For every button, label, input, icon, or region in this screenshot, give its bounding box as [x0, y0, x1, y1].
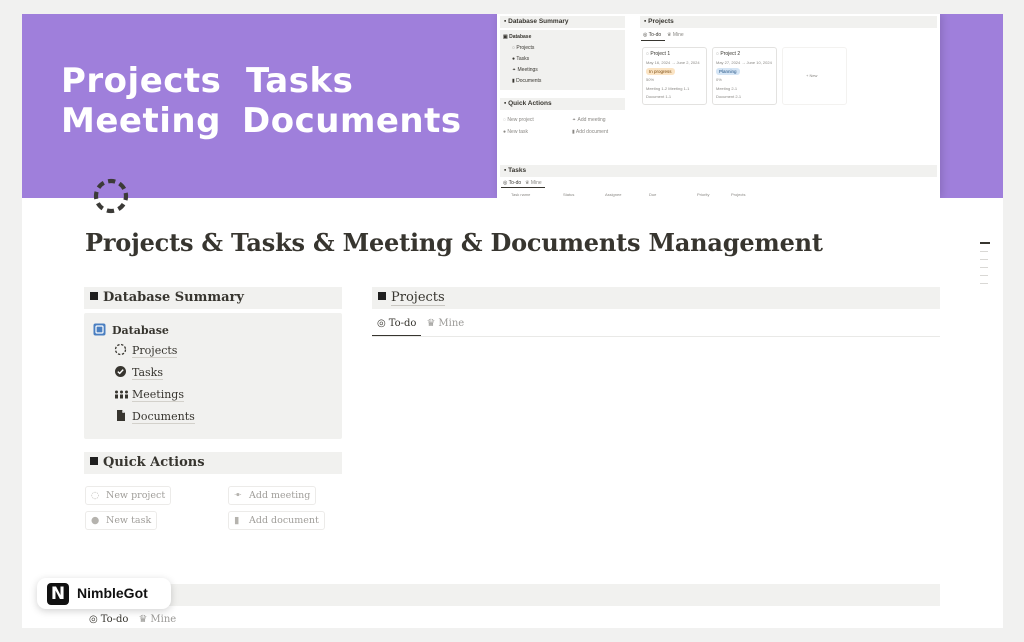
preview-database-title: ▣ Database	[503, 34, 532, 40]
brand-name: NimbleGot	[77, 585, 148, 601]
preview-tab: ◎ To-do	[503, 180, 522, 186]
preview-item: ● Tasks	[512, 56, 530, 62]
tab-tasks-todo[interactable]: ◎ To-do	[84, 612, 133, 628]
preview-qa: ꔹ Add meeting	[572, 117, 606, 123]
table-of-contents-indicator[interactable]	[980, 242, 992, 291]
tasks-view-tabs: ◎ To-do ♛ Mine	[84, 612, 181, 628]
tab-tasks-mine[interactable]: ♛ Mine	[133, 612, 181, 628]
cover-preview-screenshot: ▪ Database Summary ▣ Database ◌ Projects…	[497, 14, 940, 198]
preview-card-project-2: ◌ Project 2 May 27, 2024 → June 10, 2024…	[712, 47, 777, 105]
crown-icon: ♛	[138, 614, 148, 625]
preview-item: ◌ Projects	[512, 45, 535, 51]
page-title[interactable]: Projects & Tasks & Meeting & Documents M…	[85, 228, 823, 257]
preview-item: ꔹ Meetings	[512, 67, 538, 73]
cover-word-tasks: Tasks	[246, 61, 354, 101]
preview-qa: ● New task	[503, 129, 528, 135]
cover-word-documents: Documents	[242, 101, 462, 141]
target-icon: ◎	[89, 614, 98, 625]
database-title: Database	[93, 323, 169, 337]
preview-qa: ▮ Add document	[572, 129, 609, 135]
preview-tab: ◎ To-do	[643, 32, 662, 38]
preview-tab: ♛ Mine	[667, 32, 684, 38]
crown-icon: ♛	[426, 318, 436, 329]
projects-view-tabs: ◎ To-do ♛ Mine	[372, 316, 469, 337]
preview-item: ▮ Documents	[512, 78, 542, 84]
dashed-circle-icon: ◌	[91, 490, 100, 501]
check-circle-icon	[115, 366, 126, 377]
add-meeting-button[interactable]: ꔹ Add meeting	[228, 486, 317, 505]
square-icon	[90, 457, 98, 465]
db-link-documents[interactable]: Documents	[114, 409, 195, 424]
preview-db-summary-header: ▪ Database Summary	[500, 16, 625, 28]
projects-header[interactable]: Projects	[372, 287, 940, 309]
document-icon	[117, 410, 125, 421]
cover-word-meeting: Meeting	[61, 101, 221, 141]
tab-projects-mine[interactable]: ♛ Mine	[421, 316, 469, 335]
database-summary-header: Database Summary	[84, 287, 342, 309]
db-link-tasks[interactable]: Tasks	[114, 365, 163, 380]
square-icon	[378, 292, 386, 300]
preview-tasks-header: ▪ Tasks	[500, 165, 937, 177]
db-link-projects[interactable]: Projects	[114, 343, 178, 358]
square-icon	[90, 292, 98, 300]
check-circle-icon: ●	[91, 515, 100, 526]
cover-word-projects: Projects	[61, 61, 222, 101]
preview-qa: ◌ New project	[503, 117, 534, 123]
dashed-circle-icon[interactable]	[92, 177, 130, 215]
cover-image: Projects Tasks Meeting Documents ▪ Datab…	[22, 14, 1003, 198]
quick-actions-header: Quick Actions	[84, 452, 342, 474]
db-link-meetings[interactable]: Meetings	[114, 387, 184, 402]
tab-projects-todo[interactable]: ◎ To-do	[372, 316, 422, 337]
brand-badge: N NimbleGot	[37, 578, 171, 609]
add-document-button[interactable]: ▮ Add document	[228, 511, 325, 530]
people-icon	[115, 390, 128, 399]
preview-card-new: + New	[782, 47, 847, 105]
database-icon	[93, 323, 106, 336]
document-icon: ▮	[234, 515, 240, 526]
nimblegot-logo: N	[47, 583, 69, 605]
tasks-header[interactable]	[84, 584, 940, 606]
dashed-circle-icon	[114, 343, 127, 356]
new-project-button[interactable]: ◌ New project	[85, 486, 172, 505]
preview-card-project-1: ◌ Project 1 May 16, 2024 → June 2, 2024 …	[642, 47, 707, 105]
divider	[372, 336, 940, 337]
preview-tab: ♛ Mine	[525, 180, 542, 186]
new-task-button[interactable]: ● New task	[85, 511, 158, 530]
target-icon: ◎	[377, 318, 386, 329]
notion-page: Projects Tasks Meeting Documents ▪ Datab…	[22, 14, 1003, 628]
preview-qa-header: ▪ Quick Actions	[500, 98, 625, 110]
preview-projects-header: ▪ Projects	[640, 16, 937, 28]
people-icon: ꔹ	[234, 490, 242, 501]
